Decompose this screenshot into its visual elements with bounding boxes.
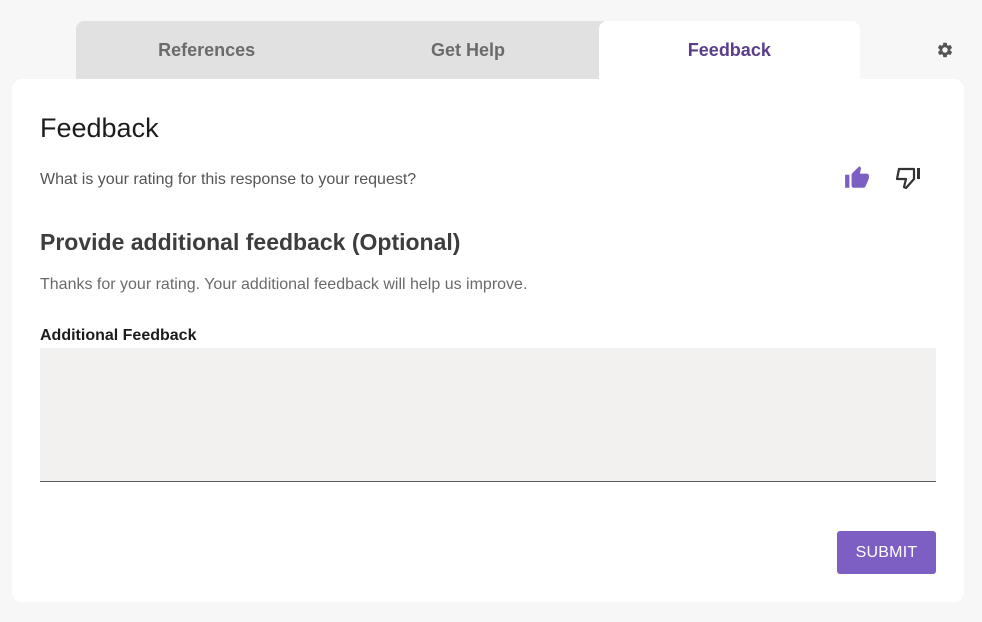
tab-feedback[interactable]: Feedback [598, 21, 860, 79]
tab-references[interactable]: References [76, 21, 337, 79]
tab-bar: References Get Help Feedback [76, 21, 860, 79]
additional-feedback-input[interactable] [40, 348, 936, 482]
additional-feedback-heading: Provide additional feedback (Optional) [40, 229, 461, 255]
thumbs-up-icon[interactable] [842, 163, 872, 193]
thumbs-down-icon[interactable] [894, 163, 924, 193]
feedback-panel: Feedback What is your rating for this re… [12, 79, 964, 602]
submit-button[interactable]: SUBMIT [837, 531, 936, 574]
gear-icon[interactable] [936, 41, 954, 59]
tab-get-help[interactable]: Get Help [337, 21, 598, 79]
thanks-message: Thanks for your rating. Your additional … [40, 276, 528, 293]
additional-feedback-label: Additional Feedback [40, 327, 197, 344]
rating-question: What is your rating for this response to… [40, 171, 417, 188]
page-title: Feedback [40, 113, 159, 143]
